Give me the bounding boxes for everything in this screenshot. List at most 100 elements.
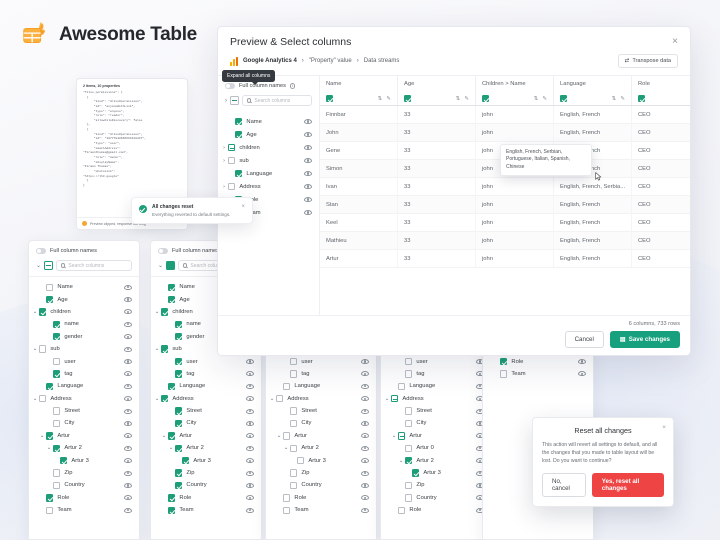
visibility-eye-icon[interactable] [246, 507, 254, 513]
tree-node-checkbox[interactable] [168, 506, 176, 514]
tree-expand-chevron-icon[interactable]: ⌄ [153, 309, 161, 315]
tree-node[interactable]: Street [29, 405, 139, 417]
visibility-eye-icon[interactable] [246, 396, 254, 402]
visibility-eye-icon[interactable] [361, 383, 369, 389]
visibility-eye-icon[interactable] [361, 433, 369, 439]
visibility-eye-icon[interactable] [304, 197, 312, 202]
visibility-eye-icon[interactable] [124, 359, 132, 365]
tree-node[interactable]: tag [381, 368, 491, 380]
visibility-eye-icon[interactable] [304, 184, 312, 189]
visibility-eye-icon[interactable] [361, 495, 369, 501]
tree-node[interactable]: user [29, 355, 139, 367]
tree-node-checkbox[interactable] [168, 283, 176, 291]
visibility-eye-icon[interactable] [246, 359, 254, 365]
visibility-eye-icon[interactable] [578, 359, 586, 365]
tree-node-checkbox[interactable] [175, 444, 183, 452]
tree-node[interactable]: Street [381, 405, 491, 417]
tree-node[interactable]: › Address [218, 180, 319, 193]
visibility-eye-icon[interactable] [361, 359, 369, 365]
tree-node-checkbox[interactable] [46, 382, 54, 391]
visibility-eye-icon[interactable] [124, 334, 132, 340]
visibility-eye-icon[interactable] [361, 507, 369, 513]
sort-icon[interactable]: ⇅ [534, 96, 539, 102]
tree-node[interactable]: ⌄ Artur [381, 430, 491, 442]
visibility-eye-icon[interactable] [124, 482, 132, 488]
tree-node[interactable]: Country [29, 479, 139, 491]
tree-node[interactable]: ⌄ Artur [29, 430, 139, 442]
tree-node-checkbox[interactable] [290, 469, 298, 477]
tree-node-checkbox[interactable] [283, 432, 291, 440]
tree-node-checkbox[interactable] [500, 357, 508, 366]
save-changes-button[interactable]: ▤ Save changes [609, 331, 680, 348]
visibility-eye-icon[interactable] [304, 171, 312, 176]
tree-node[interactable]: Language [151, 380, 261, 392]
tree-node-checkbox[interactable] [175, 419, 183, 428]
edit-pencil-icon[interactable]: ✎ [386, 96, 391, 102]
visibility-eye-icon[interactable] [124, 445, 132, 451]
tree-node[interactable]: Language [381, 380, 491, 392]
visibility-eye-icon[interactable] [304, 158, 312, 163]
tree-node-checkbox[interactable] [168, 494, 176, 502]
tree-node-checkbox[interactable] [53, 333, 61, 341]
tree-node-checkbox[interactable] [290, 444, 298, 452]
tree-node-checkbox[interactable] [405, 494, 413, 502]
sort-icon[interactable]: ⇅ [456, 96, 461, 102]
tree-node-checkbox[interactable] [405, 419, 413, 428]
tree-node-checkbox[interactable] [228, 156, 236, 165]
tree-node-checkbox[interactable] [46, 295, 54, 304]
tree-node-checkbox[interactable] [398, 382, 406, 391]
cancel-button[interactable]: Cancel [564, 331, 604, 348]
visibility-eye-icon[interactable] [124, 458, 132, 464]
tree-node-checkbox[interactable] [168, 432, 176, 440]
tree-node[interactable]: ⌄ Artur 2 [381, 454, 491, 466]
tree-node[interactable]: tag [266, 368, 376, 380]
tree-node[interactable]: Age [218, 128, 319, 141]
visibility-eye-icon[interactable] [578, 371, 586, 377]
tree-node-checkbox[interactable] [228, 143, 236, 152]
column-select-checkbox[interactable] [404, 94, 412, 103]
select-all-checkbox[interactable] [166, 261, 176, 270]
tree-node-checkbox[interactable] [46, 494, 54, 502]
tree-node[interactable]: Name [29, 281, 139, 293]
tree-node-checkbox[interactable] [405, 481, 413, 490]
visibility-eye-icon[interactable] [361, 458, 369, 464]
tree-node[interactable]: ⌄ Artur 2 [29, 442, 139, 454]
visibility-eye-icon[interactable] [246, 408, 254, 414]
tree-node-checkbox[interactable] [175, 320, 183, 329]
tree-node[interactable]: City [151, 417, 261, 429]
visibility-eye-icon[interactable] [124, 420, 132, 426]
tree-node[interactable]: gender [29, 331, 139, 343]
full-column-names-toggle[interactable] [225, 83, 235, 89]
tree-node[interactable]: Artur 3 [381, 467, 491, 479]
tree-node-checkbox[interactable] [235, 169, 243, 178]
tree-node-checkbox[interactable] [175, 333, 183, 341]
tree-expand-chevron-icon[interactable]: ⌄ [153, 346, 161, 352]
transpose-data-button[interactable]: ⇄ Transpose data [617, 54, 678, 68]
tree-expand-chevron-icon[interactable]: ⌄ [31, 309, 39, 315]
tree-node-checkbox[interactable] [175, 481, 183, 490]
visibility-eye-icon[interactable] [124, 507, 132, 513]
tree-node[interactable]: user [381, 355, 491, 367]
visibility-eye-icon[interactable] [246, 458, 254, 464]
tree-node[interactable]: Age [29, 293, 139, 305]
visibility-eye-icon[interactable] [361, 445, 369, 451]
tree-node[interactable]: Role [29, 492, 139, 504]
tree-node[interactable]: ⌄ Artur [266, 430, 376, 442]
visibility-eye-icon[interactable] [246, 371, 254, 377]
tree-node[interactable]: Language [266, 380, 376, 392]
tree-node-checkbox[interactable] [228, 182, 236, 191]
visibility-eye-icon[interactable] [304, 132, 312, 137]
tree-node-checkbox[interactable] [391, 395, 399, 403]
tree-node-checkbox[interactable] [398, 506, 406, 514]
tree-node-checkbox[interactable] [297, 456, 305, 465]
edit-pencil-icon[interactable]: ✎ [620, 96, 625, 102]
tree-expand-chevron-icon[interactable]: ⌄ [282, 445, 290, 451]
visibility-eye-icon[interactable] [124, 408, 132, 414]
tree-node-checkbox[interactable] [53, 407, 61, 415]
tree-node-checkbox[interactable] [290, 357, 298, 366]
tree-node-checkbox[interactable] [500, 370, 508, 378]
tree-node-checkbox[interactable] [168, 382, 176, 391]
tree-expand-chevron-icon[interactable]: ⌄ [153, 396, 161, 402]
visibility-eye-icon[interactable] [124, 495, 132, 501]
tree-node-checkbox[interactable] [175, 370, 183, 378]
